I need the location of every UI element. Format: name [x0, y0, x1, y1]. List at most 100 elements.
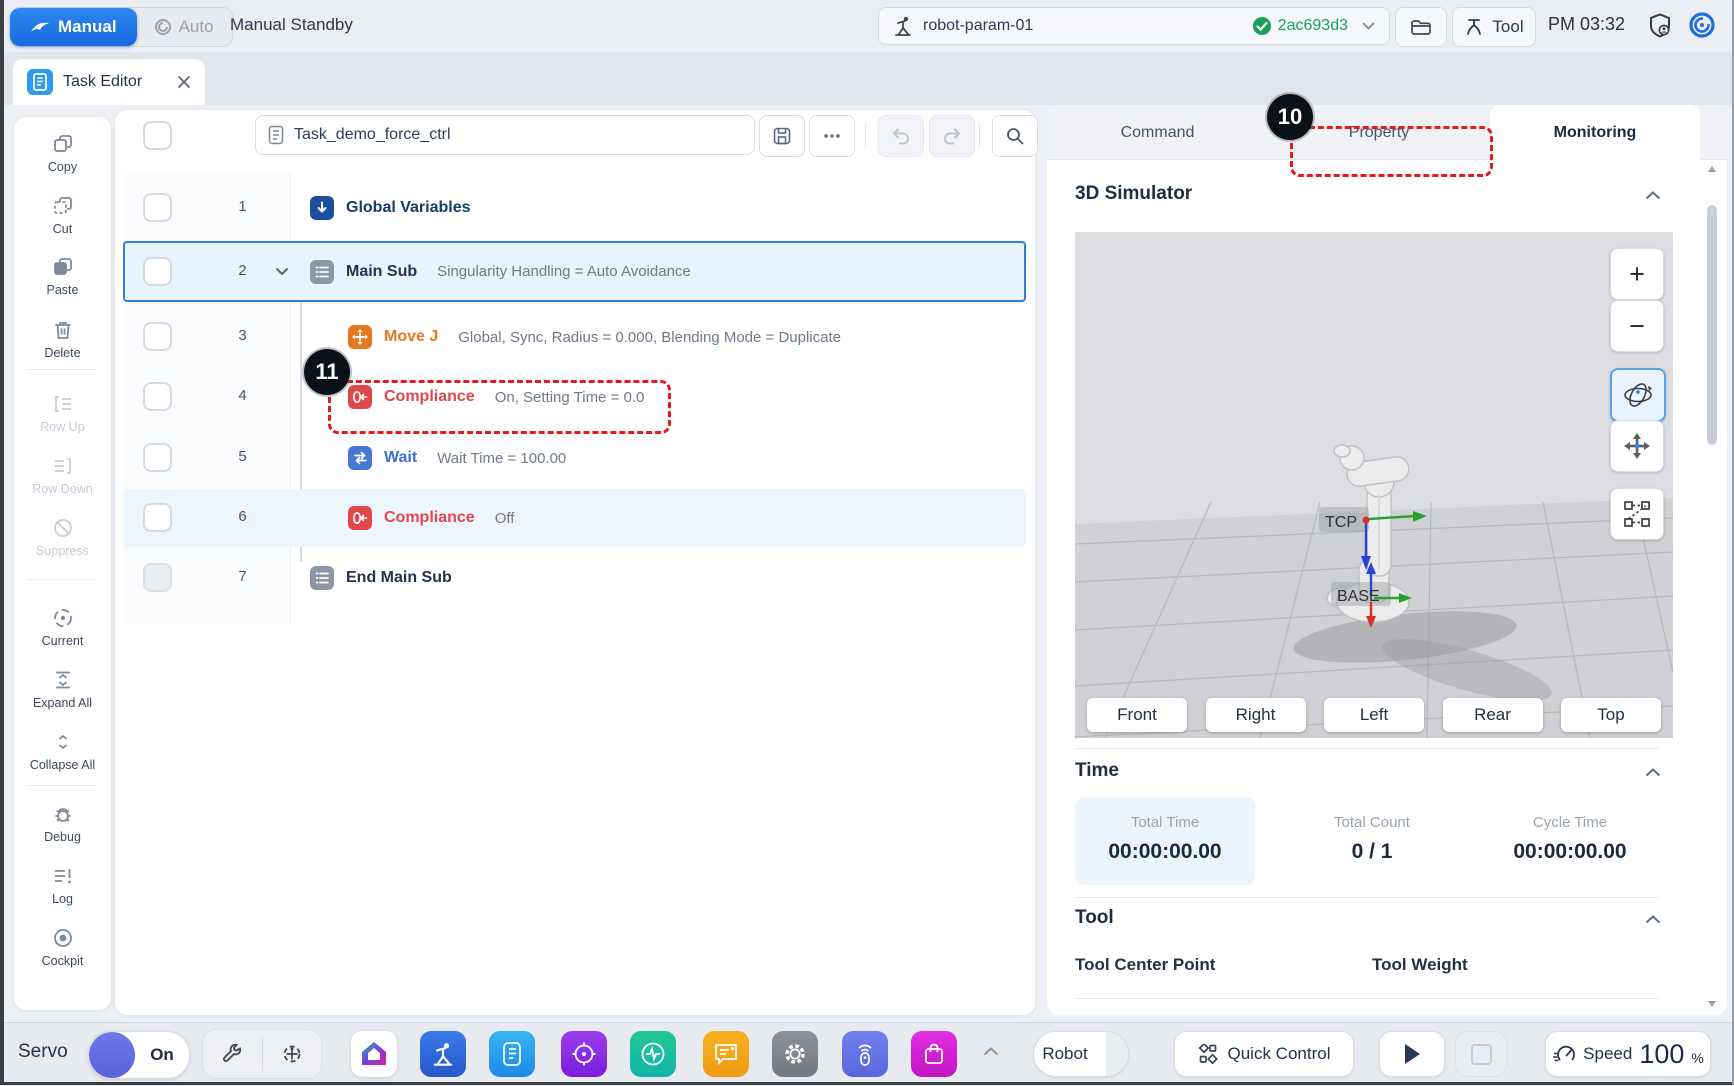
collapse-section-icon[interactable] [1645, 768, 1661, 777]
header-separator [979, 123, 980, 147]
simulator-viewport[interactable]: TCP BASE + − Front Right Left Rea [1075, 232, 1673, 738]
toolbar-item-row-down[interactable]: Row Down [14, 455, 111, 496]
safety-shield-icon[interactable] [1646, 11, 1674, 39]
calibration-app-icon[interactable] [561, 1031, 607, 1077]
task-panel: Task_demo_force_ctrl 1 Global Variables … [115, 110, 1035, 1015]
rotate-view-button[interactable] [1610, 368, 1666, 422]
undo-button[interactable] [878, 115, 924, 157]
dock-collapse-icon[interactable] [983, 1047, 999, 1056]
clock: PM 03:32 [1548, 14, 1625, 35]
file-open-button[interactable] [1395, 7, 1447, 47]
toolbar-item-label: Cockpit [42, 954, 84, 968]
row-checkbox[interactable] [143, 382, 172, 411]
task-name-field[interactable]: Task_demo_force_ctrl [255, 115, 755, 155]
panel-scrollbar[interactable] [1706, 165, 1718, 1010]
monitoring-app-icon[interactable] [630, 1031, 676, 1077]
row-checkbox[interactable] [143, 257, 172, 286]
speed-button[interactable]: Speed 100 % [1545, 1031, 1711, 1077]
measure-button[interactable] [1610, 488, 1664, 540]
toolbar-item-collapse-all[interactable]: Collapse All [14, 731, 111, 772]
row-checkbox[interactable] [143, 193, 172, 222]
toolbar-item-row-up[interactable]: Row Up [14, 393, 111, 434]
message-app-icon[interactable] [703, 1031, 749, 1077]
home-app-icon[interactable] [351, 1031, 397, 1077]
servo-label: Servo [18, 1041, 68, 1063]
remote-app-icon[interactable] [842, 1031, 888, 1077]
section-divider [1075, 748, 1659, 749]
toolbar-item-cut[interactable]: Cut [14, 195, 111, 236]
robot-selector-button[interactable]: Robot [1033, 1031, 1129, 1077]
toolbar-item-cockpit[interactable]: Cockpit [14, 927, 111, 968]
toolbar-item-label: Row Down [32, 482, 92, 496]
log-icon [52, 865, 74, 887]
redo-button[interactable] [929, 115, 975, 157]
task-row-3[interactable]: 3 Move J Global, Sync, Radius = 0.000, B… [115, 308, 1035, 366]
chevron-down-icon[interactable] [275, 267, 289, 276]
jog-button[interactable] [263, 1042, 322, 1066]
window-frame-left [0, 0, 4, 1085]
property-callout-box [1290, 126, 1493, 177]
play-button[interactable] [1379, 1031, 1445, 1077]
task-app-icon[interactable] [489, 1031, 535, 1077]
stop-button[interactable] [1455, 1031, 1507, 1077]
task-row-6[interactable]: 6 Compliance Off [115, 489, 1035, 547]
toolbar-item-copy[interactable]: Copy [14, 133, 111, 174]
search-button[interactable] [992, 115, 1038, 157]
toolbar-item-suppress[interactable]: Suppress [14, 517, 111, 558]
zoom-in-button[interactable]: + [1610, 248, 1664, 300]
toolbar-item-log[interactable]: Log [14, 865, 111, 906]
robot-app-icon[interactable] [420, 1031, 466, 1077]
toolbar-divider [28, 369, 97, 370]
pan-view-button[interactable] [1610, 420, 1664, 472]
tab-monitoring[interactable]: Monitoring [1490, 105, 1700, 160]
zoom-out-button[interactable]: − [1610, 300, 1664, 352]
task-editor-tab-icon [27, 69, 53, 95]
workcell-setup-button[interactable] [203, 1043, 262, 1065]
task-row-5[interactable]: 5 Wait Wait Time = 100.00 [115, 429, 1035, 487]
tab-task-editor[interactable]: Task Editor [13, 59, 205, 105]
store-app-icon[interactable] [911, 1031, 957, 1077]
toolbar-item-current[interactable]: Current [14, 607, 111, 648]
task-row-1[interactable]: 1 Global Variables [115, 183, 1035, 233]
quick-control-button[interactable]: Quick Control [1174, 1031, 1354, 1077]
view-left-button[interactable]: Left [1324, 698, 1424, 732]
toolbar-item-paste[interactable]: Paste [14, 256, 111, 297]
view-right-button[interactable]: Right [1206, 698, 1306, 732]
view-rear-button[interactable]: Rear [1443, 698, 1543, 732]
auto-mode-button[interactable]: Auto [136, 17, 232, 37]
settings-app-icon[interactable] [772, 1031, 818, 1077]
robot-icon [893, 15, 913, 37]
more-options-button[interactable] [809, 115, 855, 157]
toolbar-item-delete[interactable]: Delete [14, 319, 111, 360]
save-task-button[interactable] [759, 115, 805, 157]
manual-mode-button[interactable]: Manual [10, 8, 137, 46]
toolbar-item-debug[interactable]: Debug [14, 803, 111, 844]
close-icon[interactable] [177, 75, 191, 89]
select-all-checkbox[interactable] [143, 121, 172, 150]
task-row-2[interactable]: 2 Main Sub Singularity Handling = Auto A… [115, 241, 1035, 302]
servo-toggle[interactable]: On [88, 1031, 190, 1079]
tool-button[interactable]: Tool [1452, 7, 1536, 47]
view-front-button[interactable]: Front [1087, 698, 1187, 732]
robot-param-selector[interactable]: robot-param-01 2ac693d3 [878, 7, 1390, 45]
scrollbar-thumb[interactable] [1707, 205, 1717, 445]
collapse-section-icon[interactable] [1645, 191, 1661, 200]
servo-toggle-knob [89, 1032, 135, 1078]
row-checkbox[interactable] [143, 503, 172, 532]
total-count-stat: Total Count 0 / 1 [1282, 814, 1462, 864]
section-divider [1075, 897, 1659, 898]
toolbar-item-expand-all[interactable]: Expand All [14, 669, 111, 710]
row-checkbox[interactable] [143, 563, 172, 592]
manual-label: Manual [58, 17, 117, 37]
collapse-section-icon[interactable] [1645, 915, 1661, 924]
task-row-7[interactable]: 7 End Main Sub [115, 549, 1035, 607]
view-top-button[interactable]: Top [1561, 698, 1661, 732]
suppress-icon [52, 517, 74, 539]
tab-command[interactable]: Command [1047, 105, 1268, 160]
power-recovery-icon[interactable] [1688, 11, 1716, 39]
row-checkbox[interactable] [143, 322, 172, 351]
robot-selector-label: Robot [1034, 1044, 1096, 1064]
row-checkbox[interactable] [143, 443, 172, 472]
row-up-icon [52, 393, 74, 415]
row-title: Move J [384, 328, 438, 346]
